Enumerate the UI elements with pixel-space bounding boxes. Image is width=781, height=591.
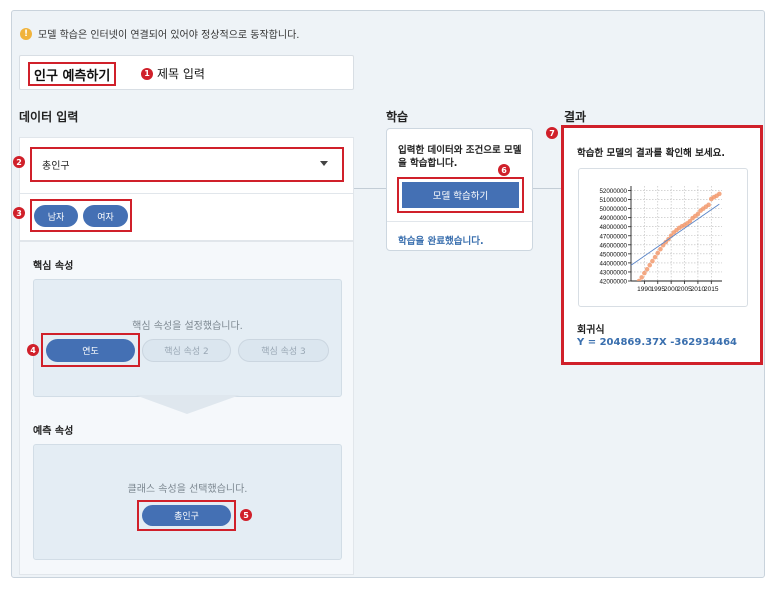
series-points bbox=[629, 191, 722, 295]
data-point bbox=[639, 275, 645, 280]
divider bbox=[19, 193, 354, 194]
y-tick-label: 47000000 bbox=[599, 233, 627, 240]
data-point bbox=[647, 262, 653, 268]
y-tick-label: 52000000 bbox=[599, 188, 627, 195]
y-tick-label: 43000000 bbox=[599, 269, 627, 276]
regression-heading: 회귀식 bbox=[577, 325, 605, 336]
title-annotation-label: 제목 입력 bbox=[157, 67, 205, 81]
learn-status: 학습을 완료했습니다. bbox=[398, 236, 484, 247]
notice: ! 모델 학습은 인터넷이 연결되어 있어야 정상적으로 동작합니다. bbox=[20, 26, 299, 41]
result-panel: 학습한 모델의 결과를 확인해 보세요. 42000000 43000000 440… bbox=[561, 125, 763, 365]
y-tick-label: 51000000 bbox=[599, 197, 627, 204]
data-point bbox=[629, 290, 634, 295]
core-attr-heading: 핵심 속성 bbox=[33, 261, 74, 272]
y-tick-label: 48000000 bbox=[599, 224, 627, 231]
annotation-badge-1: 1 bbox=[141, 67, 153, 80]
predict-attr-heading: 예측 속성 bbox=[33, 426, 74, 437]
regression-equation: Y = 204869.37X -362934464 bbox=[577, 337, 738, 348]
title-input-box[interactable]: 인구 예측하기 1 제목 입력 bbox=[19, 55, 354, 90]
data-point bbox=[717, 191, 722, 197]
core-attr-message: 핵심 속성을 설정했습니다. bbox=[132, 321, 243, 332]
dropdown-selected: 총인구 bbox=[42, 161, 70, 172]
train-model-button-label: 모델 학습하기 bbox=[402, 182, 519, 208]
y-tick-label: 42000000 bbox=[599, 279, 627, 286]
data-point bbox=[650, 258, 655, 264]
data-point bbox=[642, 270, 647, 276]
data-point bbox=[706, 202, 711, 208]
data-point bbox=[652, 254, 658, 260]
gender-male-button[interactable]: 남자 bbox=[34, 205, 78, 227]
data-input-heading: 데이터 입력 bbox=[19, 110, 79, 124]
flow-arrow bbox=[135, 395, 240, 414]
y-tick-label: 49000000 bbox=[599, 215, 627, 222]
data-select-dropdown[interactable]: 총인구 bbox=[30, 147, 344, 182]
y-tick-label: 50000000 bbox=[599, 206, 627, 213]
annotation-badge-7: 7 bbox=[546, 127, 558, 139]
train-model-button[interactable]: 모델 학습하기 bbox=[397, 177, 524, 213]
annotation-badge-6: 6 bbox=[498, 164, 510, 176]
data-point bbox=[655, 250, 661, 256]
annotation-badge-2: 2 bbox=[13, 156, 25, 168]
regression-chart-svg: 42000000 43000000 44000000 45000000 46000000… bbox=[599, 186, 722, 295]
x-tick-label: 2015 bbox=[704, 286, 719, 293]
annotation-badge-5: 5 bbox=[240, 509, 252, 521]
chevron-down-icon bbox=[320, 161, 328, 166]
y-tick-label: 46000000 bbox=[599, 242, 627, 249]
learn-panel: 입력한 데이터와 조건으로 모델을 학습합니다. 6 모델 학습하기 학습을 완… bbox=[386, 128, 533, 251]
y-tick-label: 45000000 bbox=[599, 251, 627, 258]
notice-text: 모델 학습은 인터넷이 연결되어 있어야 정상적으로 동작합니다. bbox=[38, 30, 300, 41]
learn-heading: 학습 bbox=[386, 110, 409, 124]
data-point bbox=[631, 286, 636, 291]
title-annotation: 1 제목 입력 bbox=[141, 65, 205, 82]
regression-chart: 42000000 43000000 44000000 45000000 46000000… bbox=[578, 168, 748, 307]
divider bbox=[387, 221, 532, 222]
connector-line bbox=[533, 188, 561, 189]
gender-female-button[interactable]: 여자 bbox=[83, 205, 128, 227]
connector-line bbox=[354, 188, 386, 189]
warning-icon: ! bbox=[20, 27, 32, 40]
annotation-badge-4: 4 bbox=[27, 344, 39, 356]
core-attr-chip-3[interactable]: 핵심 속성 3 bbox=[238, 339, 329, 362]
predict-attr-chip[interactable]: 총인구 bbox=[142, 505, 231, 526]
core-attr-chip-2[interactable]: 핵심 속성 2 bbox=[142, 339, 231, 362]
core-attr-chip-year[interactable]: 연도 bbox=[46, 339, 135, 362]
result-description: 학습한 모델의 결과를 확인해 보세요. bbox=[577, 148, 725, 159]
result-heading: 결과 bbox=[564, 110, 587, 124]
title-input[interactable]: 인구 예측하기 bbox=[28, 62, 117, 86]
data-point bbox=[658, 246, 663, 252]
y-tick-label: 44000000 bbox=[599, 260, 627, 267]
data-point bbox=[644, 266, 650, 272]
predict-attr-message: 클래스 속성을 선택했습니다. bbox=[127, 484, 248, 495]
annotation-badge-3: 3 bbox=[13, 207, 25, 219]
